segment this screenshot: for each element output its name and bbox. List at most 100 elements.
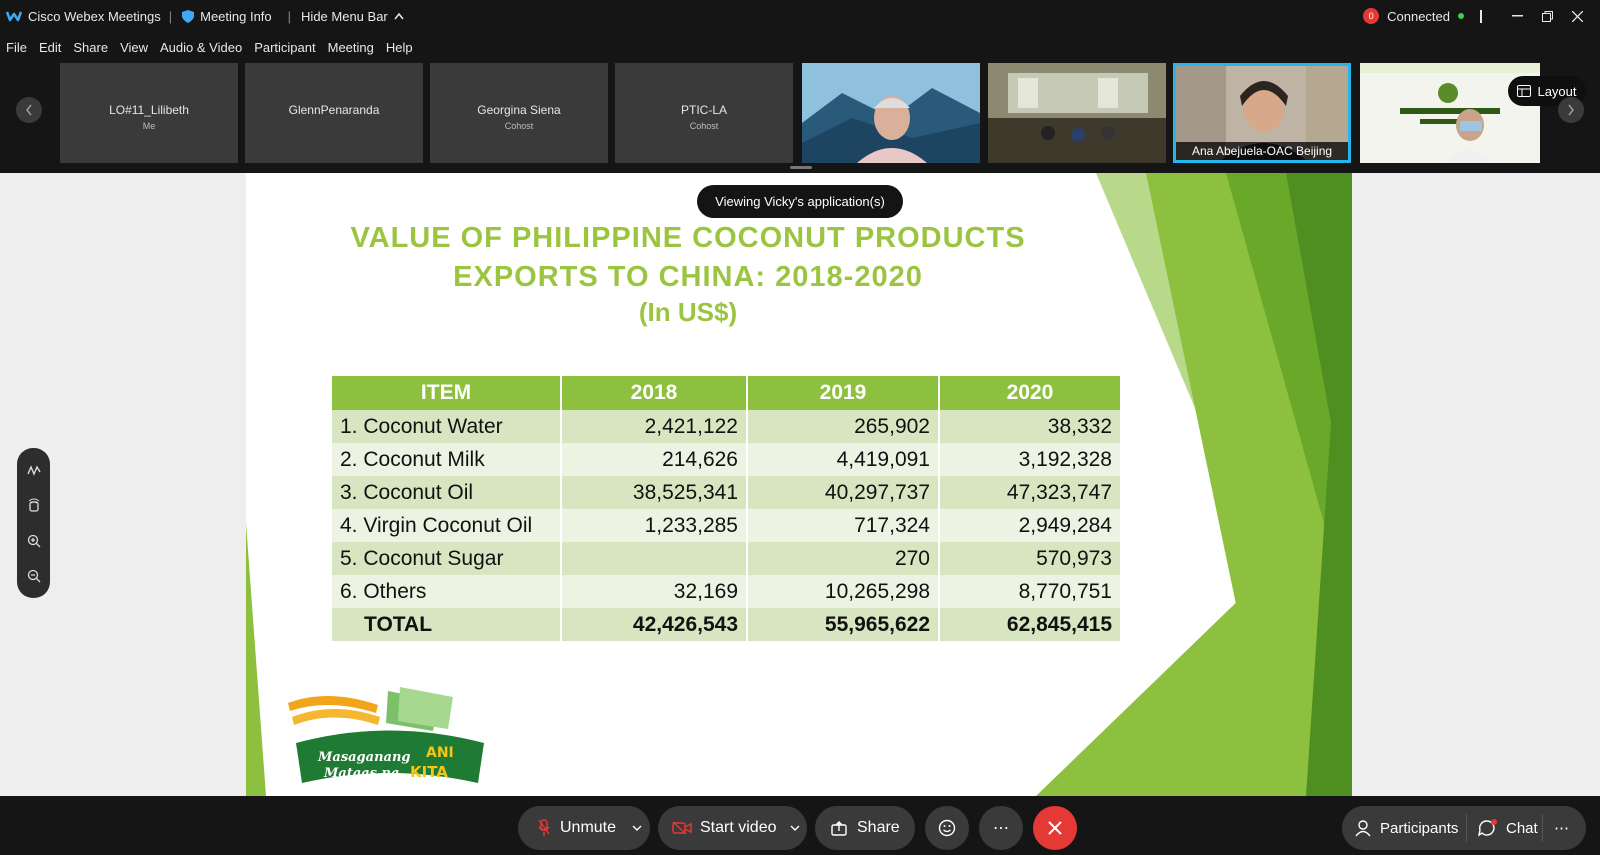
status-dot-icon xyxy=(1458,13,1464,19)
participant-name: GlennPenaranda xyxy=(288,103,380,117)
app-name: Cisco Webex Meetings xyxy=(28,8,161,24)
strip-next-button[interactable] xyxy=(1558,97,1584,123)
column-header: 2020 xyxy=(940,376,1120,410)
menu-file[interactable]: File xyxy=(6,40,27,55)
zoom-out-icon xyxy=(27,569,40,583)
close-icon xyxy=(1048,821,1062,835)
menu-share[interactable]: Share xyxy=(73,40,108,55)
menu-meeting[interactable]: Meeting xyxy=(328,40,374,55)
video-tile[interactable] xyxy=(988,63,1166,163)
smiley-icon xyxy=(938,819,956,837)
microphone-muted-icon xyxy=(538,819,550,836)
shared-content-area: VALUE OF PHILIPPINE COCONUT PRODUCTS EXP… xyxy=(0,173,1600,796)
svg-text:KITA: KITA xyxy=(410,763,448,781)
title-bar: Cisco Webex Meetings | Meeting Info | Hi… xyxy=(0,0,1600,32)
restore-icon xyxy=(1541,10,1553,22)
pen-icon xyxy=(26,465,41,476)
layout-icon xyxy=(1517,85,1532,97)
chevron-right-icon xyxy=(1568,104,1575,116)
slide-title: VALUE OF PHILIPPINE COCONUT PRODUCTS EXP… xyxy=(350,222,1026,293)
resize-handle[interactable] xyxy=(790,166,812,169)
hide-menu-bar-button[interactable]: Hide Menu Bar xyxy=(301,9,388,24)
unmute-label: Unmute xyxy=(560,819,617,836)
svg-text:Mataas na: Mataas na xyxy=(323,766,399,781)
webex-logo-icon xyxy=(6,11,22,22)
more-icon: ⋯ xyxy=(1554,820,1569,837)
table-row: 5. Coconut Sugar 270 570,973 xyxy=(332,542,1120,575)
menu-help[interactable]: Help xyxy=(386,40,413,55)
chevron-down-icon[interactable] xyxy=(632,824,642,832)
signal-icon xyxy=(1480,9,1482,23)
panel-buttons-group: Participants Chat ⋯ xyxy=(1342,806,1586,850)
more-panels-button[interactable]: ⋯ xyxy=(1554,806,1569,850)
annotation-toolbar xyxy=(17,448,50,598)
table-header-row: ITEM 2018 2019 2020 xyxy=(332,376,1120,410)
remote-control-button[interactable] xyxy=(17,493,50,517)
minimize-icon xyxy=(1511,15,1523,17)
table-row: 4. Virgin Coconut Oil 1,233,285 717,324 … xyxy=(332,509,1120,542)
chat-label: Chat xyxy=(1506,819,1538,837)
share-button[interactable]: Share xyxy=(815,806,915,850)
annotate-button[interactable] xyxy=(17,458,50,482)
shared-slide: VALUE OF PHILIPPINE COCONUT PRODUCTS EXP… xyxy=(246,173,1352,796)
meeting-info-button[interactable]: Meeting Info xyxy=(200,9,272,24)
shield-icon xyxy=(182,9,195,23)
column-header: ITEM xyxy=(332,376,560,410)
participant-video xyxy=(988,63,1166,163)
start-video-button[interactable]: Start video xyxy=(658,806,807,850)
chevron-down-icon[interactable] xyxy=(790,824,800,832)
masaganang-ani-logo: Masaganang ANI Mataas na KITA xyxy=(288,687,484,783)
participant-tile[interactable]: LO#11_Lilibeth Me xyxy=(60,63,238,163)
table-row: 3. Coconut Oil 38,525,341 40,297,737 47,… xyxy=(332,476,1120,509)
menu-bar: File Edit Share View Audio & Video Parti… xyxy=(0,35,419,59)
table-row: 1. Coconut Water 2,421,122 265,902 38,33… xyxy=(332,410,1120,443)
share-icon xyxy=(831,820,847,836)
table-row: 6. Others 32,169 10,265,298 8,770,751 xyxy=(332,575,1120,608)
zoom-in-button[interactable] xyxy=(17,529,50,553)
more-options-button[interactable]: ⋯ xyxy=(979,806,1023,850)
menu-view[interactable]: View xyxy=(120,40,148,55)
recording-indicator: 0 xyxy=(1363,8,1380,24)
restore-button[interactable] xyxy=(1532,0,1562,32)
participants-button[interactable]: Participants xyxy=(1354,806,1458,850)
close-window-button[interactable] xyxy=(1562,0,1592,32)
meeting-controls-bar: Unmute Start video Share ⋯ Participants … xyxy=(0,796,1600,855)
participant-tile[interactable]: PTIC-LA Cohost xyxy=(615,63,793,163)
column-header: 2018 xyxy=(562,376,746,410)
participant-role: Cohost xyxy=(504,121,534,131)
table-total-row: TOTAL 42,426,543 55,965,622 62,845,415 xyxy=(332,608,1120,641)
participant-tile[interactable]: Georgina Siena Cohost xyxy=(430,63,608,163)
person-icon xyxy=(1355,820,1371,837)
svg-text:Masaganang: Masaganang xyxy=(317,750,411,765)
active-speaker-tile[interactable]: Ana Abejuela-OAC Beijing xyxy=(1173,63,1351,163)
exports-table: ITEM 2018 2019 2020 1. Coconut Water 2,4… xyxy=(330,376,1122,641)
reactions-button[interactable] xyxy=(925,806,969,850)
participant-name: Georgina Siena xyxy=(477,103,561,117)
close-icon xyxy=(1571,10,1583,22)
minimize-button[interactable] xyxy=(1502,0,1532,32)
connection-status: Connected xyxy=(1387,8,1450,24)
table-row: 2. Coconut Milk 214,626 4,419,091 3,192,… xyxy=(332,443,1120,476)
zoom-out-button[interactable] xyxy=(17,564,50,588)
menu-edit[interactable]: Edit xyxy=(39,40,61,55)
video-off-icon xyxy=(672,821,692,835)
chat-button[interactable]: Chat xyxy=(1478,806,1538,850)
participant-tile[interactable]: GlennPenaranda xyxy=(245,63,423,163)
sharing-toast: Viewing Vicky's application(s) xyxy=(697,185,903,218)
unmute-button[interactable]: Unmute xyxy=(518,806,650,850)
svg-text:ANI: ANI xyxy=(426,745,454,761)
participant-name: PTIC-LA xyxy=(680,103,727,117)
active-speaker-name: Ana Abejuela-OAC Beijing xyxy=(1176,142,1348,160)
participants-label: Participants xyxy=(1380,819,1459,837)
share-label: Share xyxy=(857,819,900,836)
chat-icon xyxy=(1478,819,1497,837)
participant-role: Cohost xyxy=(689,121,719,131)
leave-meeting-button[interactable] xyxy=(1033,806,1077,850)
chevron-left-icon xyxy=(25,104,32,116)
video-tile[interactable] xyxy=(802,63,980,163)
menu-audio-video[interactable]: Audio & Video xyxy=(160,40,242,55)
chevron-up-icon[interactable] xyxy=(394,12,404,20)
slide-subtitle: (In US$) xyxy=(638,297,738,327)
strip-prev-button[interactable] xyxy=(16,97,42,123)
menu-participant[interactable]: Participant xyxy=(254,40,315,55)
